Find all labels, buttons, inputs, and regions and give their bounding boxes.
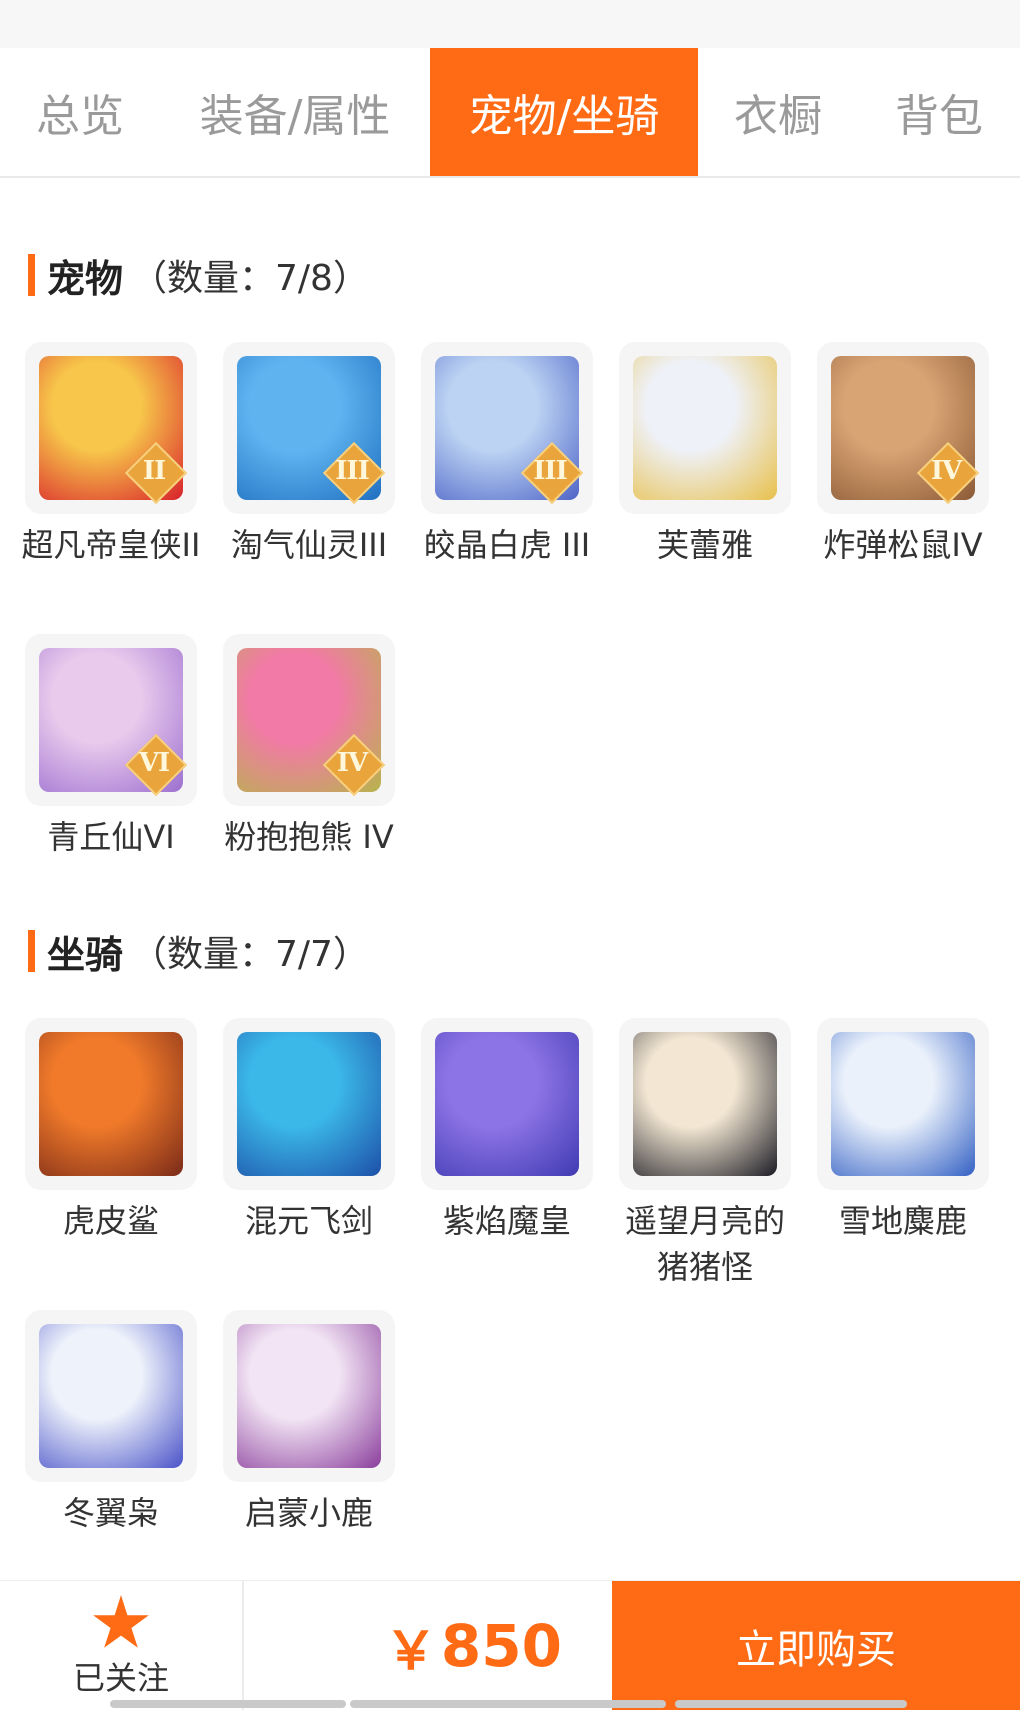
- winter-owl-icon: [39, 1324, 183, 1468]
- currency-symbol: ￥: [384, 1621, 437, 1682]
- tab-wardrobe[interactable]: 衣橱: [698, 48, 858, 176]
- item-card[interactable]: II 超凡帝皇侠II: [12, 342, 210, 568]
- grade-badge: IV: [917, 442, 975, 500]
- grade-badge-text: II: [142, 456, 166, 486]
- item-card[interactable]: 虎皮鲨: [12, 1018, 210, 1244]
- section-marker: [28, 254, 35, 296]
- follow-label: 已关注: [72, 1659, 169, 1697]
- item-name: 皎晶白虎 III: [423, 526, 591, 564]
- item-thumbnail[interactable]: [25, 1018, 197, 1190]
- mounts-section-title: 坐骑: [47, 932, 124, 977]
- item-thumbnail[interactable]: [223, 1018, 395, 1190]
- item-card[interactable]: III 皎晶白虎 III: [408, 342, 606, 568]
- section-marker: [28, 930, 35, 972]
- mounts-count: （数量：7/7）: [131, 934, 369, 975]
- grade-badge: III: [323, 442, 381, 500]
- item-card[interactable]: 混元飞剑: [210, 1018, 408, 1244]
- home-indicator: [350, 1700, 666, 1708]
- grade-badge-text: IV: [336, 748, 368, 778]
- purple-phoenix-icon: [435, 1032, 579, 1176]
- price: ￥ 850: [244, 1581, 612, 1710]
- item-thumbnail[interactable]: IV: [817, 342, 989, 514]
- grade-badge-text: IV: [930, 456, 962, 486]
- item-thumbnail[interactable]: IV: [223, 634, 395, 806]
- item-thumbnail[interactable]: III: [223, 342, 395, 514]
- item-thumbnail[interactable]: VI: [25, 634, 197, 806]
- item-name: 虎皮鲨: [62, 1202, 159, 1240]
- item-name: 启蒙小鹿: [244, 1494, 373, 1532]
- pets-count: （数量：7/8）: [131, 258, 369, 299]
- tab-bar: 总览 装备/属性 宠物/坐骑 衣橱 背包: [0, 48, 1020, 178]
- item-card[interactable]: IV 炸弹松鼠IV: [804, 342, 1002, 568]
- item-card[interactable]: IV 粉抱抱熊 IV: [210, 634, 408, 860]
- home-indicator: [675, 1700, 907, 1708]
- flying-sword-icon: [237, 1032, 381, 1176]
- page: 总览 装备/属性 宠物/坐骑 衣橱 背包 宠物 （数量：7/8） II 超凡帝皇侠…: [0, 0, 1020, 1710]
- item-name: 紫焰魔皇: [442, 1202, 571, 1240]
- grade-badge: IV: [323, 734, 381, 792]
- item-name: 粉抱抱熊 IV: [224, 818, 394, 856]
- grade-badge: III: [521, 442, 579, 500]
- top-strip: [0, 0, 1020, 48]
- item-card[interactable]: 启蒙小鹿: [210, 1310, 408, 1536]
- bottom-action-bar: 已关注 ￥ 850 立即购买: [0, 1580, 1020, 1710]
- home-indicator: [110, 1700, 346, 1708]
- star-icon: [93, 1595, 149, 1648]
- pets-section-title: 宠物: [47, 256, 124, 301]
- price-amount: 850: [440, 1612, 562, 1680]
- grade-badge-text: VI: [138, 748, 170, 778]
- item-thumbnail[interactable]: [223, 1310, 395, 1482]
- follow-button[interactable]: 已关注: [0, 1581, 242, 1710]
- item-name: 炸弹松鼠IV: [823, 526, 983, 564]
- item-thumbnail[interactable]: [619, 342, 791, 514]
- item-name: 芙蕾雅: [656, 526, 753, 564]
- item-name: 淘气仙灵III: [230, 526, 388, 564]
- item-card[interactable]: 雪地麋鹿: [804, 1018, 1002, 1244]
- grade-badge: II: [125, 442, 183, 500]
- item-card[interactable]: 芙蕾雅: [606, 342, 804, 568]
- black-pig-icon: [633, 1032, 777, 1176]
- item-card[interactable]: 冬翼枭: [12, 1310, 210, 1536]
- item-thumbnail[interactable]: [619, 1018, 791, 1190]
- item-name: 雪地麋鹿: [838, 1202, 967, 1240]
- item-thumbnail[interactable]: II: [25, 342, 197, 514]
- winged-goddess-icon: [633, 356, 777, 500]
- item-card[interactable]: VI 青丘仙VI: [12, 634, 210, 860]
- item-card[interactable]: III 淘气仙灵III: [210, 342, 408, 568]
- mounts-section-header: 坐骑 （数量：7/7）: [28, 928, 369, 977]
- item-name: 混元飞剑: [244, 1202, 373, 1240]
- tab-overview[interactable]: 总览: [0, 48, 160, 176]
- tab-pets-mounts[interactable]: 宠物/坐骑: [430, 48, 698, 176]
- tiger-shark-icon: [39, 1032, 183, 1176]
- item-thumbnail[interactable]: III: [421, 342, 593, 514]
- item-thumbnail[interactable]: [421, 1018, 593, 1190]
- item-name: 遥望月亮的猪猪怪: [624, 1202, 785, 1286]
- tab-equipment[interactable]: 装备/属性: [160, 48, 430, 176]
- item-name: 冬翼枭: [62, 1494, 159, 1532]
- item-name: 青丘仙VI: [47, 818, 175, 856]
- fawn-icon: [237, 1324, 381, 1468]
- buy-now-button[interactable]: 立即购买: [612, 1581, 1020, 1710]
- item-card[interactable]: 遥望月亮的猪猪怪: [606, 1018, 804, 1290]
- grade-badge-text: III: [335, 456, 369, 486]
- snow-deer-icon: [831, 1032, 975, 1176]
- item-thumbnail[interactable]: [25, 1310, 197, 1482]
- grade-badge: VI: [125, 734, 183, 792]
- item-thumbnail[interactable]: [817, 1018, 989, 1190]
- item-name: 超凡帝皇侠II: [21, 526, 201, 564]
- grade-badge-text: III: [533, 456, 567, 486]
- tab-bag[interactable]: 背包: [858, 48, 1020, 176]
- item-card[interactable]: 紫焰魔皇: [408, 1018, 606, 1244]
- pets-section-header: 宠物 （数量：7/8）: [28, 252, 369, 301]
